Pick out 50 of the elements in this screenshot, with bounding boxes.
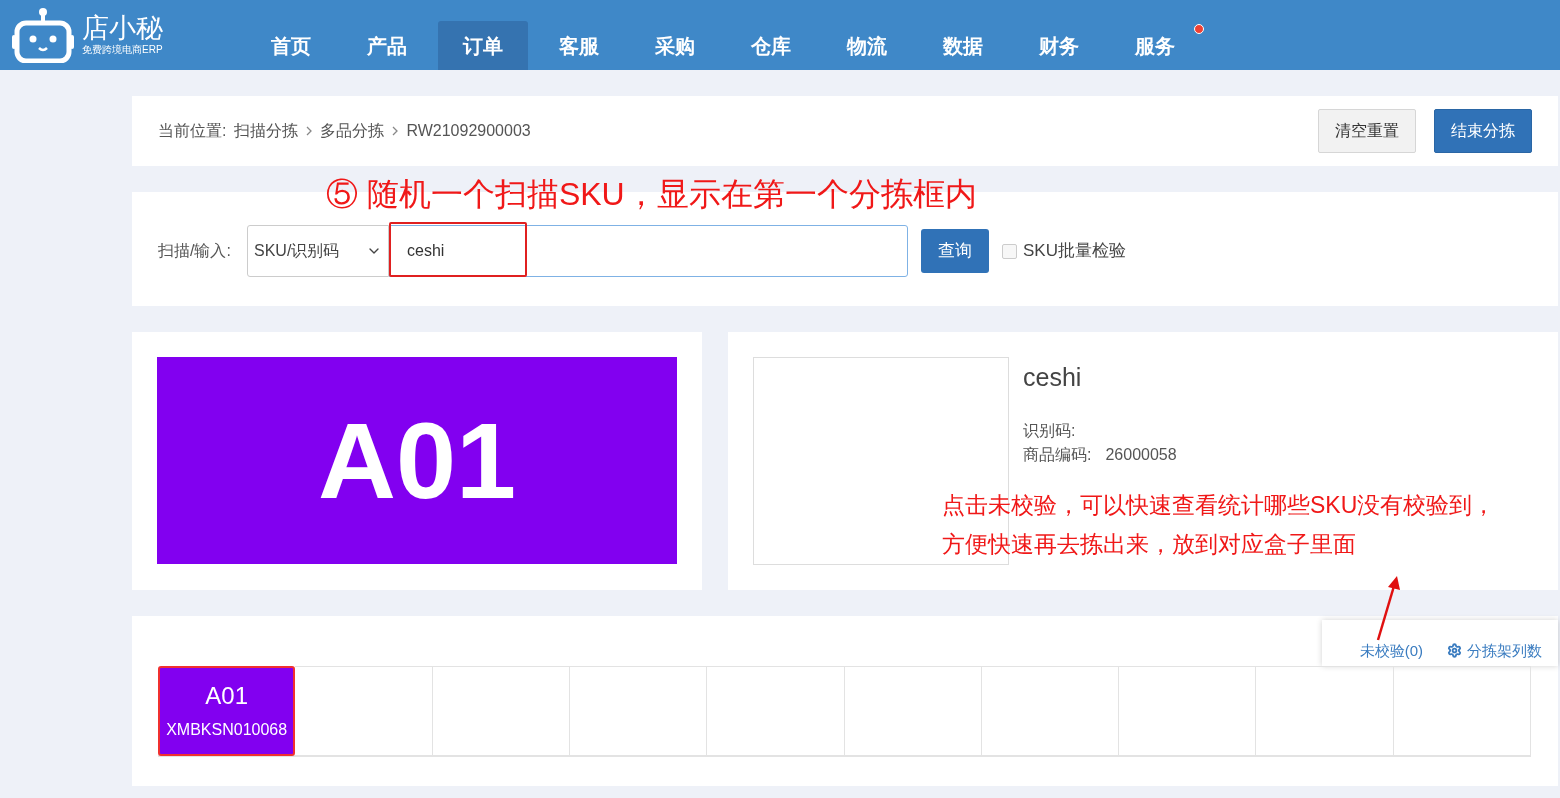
slot-label: A01: [205, 684, 248, 708]
nav-tab[interactable]: 仓库: [726, 21, 816, 70]
logo-tagline: 免费跨境电商ERP: [82, 45, 163, 55]
chevron-right-icon: [392, 126, 399, 136]
chevron-right-icon: [306, 126, 313, 136]
shelf-slot[interactable]: [707, 666, 845, 756]
breadcrumb-item: RW21092900003: [406, 121, 531, 141]
shelf-slot[interactable]: [1393, 666, 1531, 756]
nav-tab[interactable]: 订单: [438, 21, 528, 70]
field-label: 识别码:: [1023, 420, 1076, 441]
batch-check-checkbox[interactable]: [1002, 243, 1017, 259]
unchecked-link[interactable]: 未校验(0): [1359, 639, 1423, 662]
field-label: 商品编码:: [1023, 444, 1092, 465]
field-value: 26000058: [1105, 444, 1177, 465]
settings-icon: [1447, 643, 1462, 659]
scan-input-field[interactable]: ceshi: [389, 225, 908, 277]
nav-tab[interactable]: 财务: [1014, 21, 1104, 70]
slot-sku: XMBKSN010068: [166, 722, 288, 738]
annotation-text: 点击未校验，可以快速查看统计哪些SKU没有校验到，: [942, 491, 1496, 520]
query-button[interactable]: 查询: [921, 229, 989, 273]
reset-button[interactable]: 清空重置: [1318, 109, 1416, 153]
product-name: ceshi: [1023, 362, 1083, 393]
scan-label: 扫描/输入:: [158, 241, 232, 261]
nav-tab[interactable]: 物流: [822, 21, 912, 70]
shelf-slot[interactable]: [1119, 666, 1257, 756]
shelf-slot[interactable]: [432, 666, 570, 756]
breadcrumb-label: 当前位置:: [158, 121, 227, 141]
nav-tab[interactable]: 采购: [630, 21, 720, 70]
shelf-slot[interactable]: [844, 666, 982, 756]
nav-tab[interactable]: 服务: [1110, 21, 1200, 70]
annotation-text: ⑤ 随机一个扫描SKU，显示在第一个分拣框内: [326, 175, 977, 214]
nav-tab[interactable]: 客服: [534, 21, 624, 70]
shelf-slot[interactable]: [981, 666, 1120, 756]
current-slot-label: A01: [317, 406, 517, 515]
annotation-text: 方便快速再去拣出来，放到对应盒子里面: [942, 530, 1356, 559]
nav-tab[interactable]: 数据: [918, 21, 1008, 70]
finish-button[interactable]: 结束分拣: [1434, 109, 1532, 153]
scan-type-select[interactable]: SKU/识别码: [247, 225, 389, 277]
logo-name: 店小秘: [82, 15, 163, 42]
nav-tab[interactable]: 首页: [246, 21, 336, 70]
shelf-slot[interactable]: [1256, 666, 1394, 756]
nav-tab[interactable]: 产品: [342, 21, 432, 70]
shelf-slot[interactable]: [295, 666, 433, 756]
breadcrumb-item[interactable]: 多品分拣: [320, 119, 385, 143]
breadcrumb-item[interactable]: 扫描分拣: [234, 119, 299, 143]
shelf-columns-link[interactable]: 分拣架列数: [1447, 639, 1542, 662]
shelf-slot[interactable]: A01 XMBKSN010068: [158, 666, 296, 756]
batch-check-label: SKU批量检验: [1023, 240, 1126, 263]
shelf-slot[interactable]: [569, 666, 708, 756]
robot-logo-icon: [12, 7, 74, 63]
